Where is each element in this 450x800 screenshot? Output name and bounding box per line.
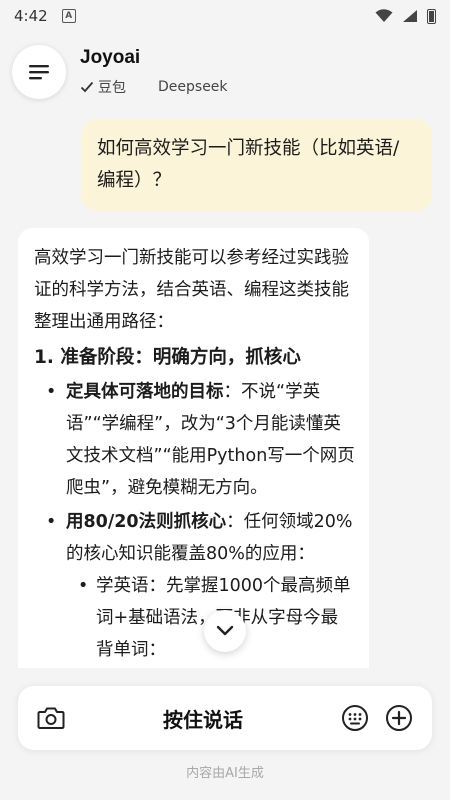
section-heading: 1. 准备阶段：明确方向，抓核心: [34, 347, 301, 368]
scroll-to-bottom-button[interactable]: [204, 610, 246, 652]
header-info: Joyoai 豆包 Deepseek: [80, 47, 228, 97]
user-message-bubble: 如何高效学习一门新技能（比如英语/编程）？: [81, 119, 432, 211]
keyboard-icon: [342, 705, 368, 731]
status-bar: 4:42 A: [0, 0, 450, 32]
input-bar: 按住说话: [18, 686, 432, 750]
model-option-label: 豆包: [98, 80, 126, 96]
battery-icon: [427, 8, 436, 24]
app-title: Joyoai: [80, 47, 141, 68]
hold-to-talk-button[interactable]: 按住说话: [68, 704, 338, 733]
add-button[interactable]: [382, 701, 416, 735]
ai-disclaimer: 内容由AI生成: [186, 766, 264, 781]
camera-button[interactable]: [34, 701, 68, 735]
check-icon: [80, 81, 94, 93]
chat-header: Joyoai 豆包 Deepseek: [12, 42, 438, 102]
cellular-signal-icon: [403, 10, 417, 22]
wifi-icon: [375, 9, 393, 22]
model-selector: 豆包 Deepseek: [80, 77, 228, 97]
bullet-bold-text: 定具体可落地的目标: [66, 382, 224, 402]
menu-button[interactable]: [12, 45, 66, 99]
sub-list-item: 学英语：先掌握1000个最高频单词+基础语法，而非从字母今最背单词：: [34, 570, 355, 666]
status-indicators: [375, 8, 436, 24]
list-item: 定具体可落地的目标：不说“学英语”“学编程”，改为“3个月能读懂英文技术文档”“…: [34, 376, 355, 504]
input-actions: [338, 701, 416, 735]
plus-circle-icon: [386, 705, 412, 731]
status-time: 4:42: [14, 7, 48, 25]
chevron-down-icon: [216, 625, 234, 636]
notification-icon: A: [61, 9, 76, 23]
ai-response-card: 高效学习一门新技能可以参考经过实践验证的科学方法，结合英语、编程这类技能整理出通…: [18, 228, 369, 668]
camera-icon: [37, 707, 65, 729]
menu-icon: [29, 65, 49, 80]
model-option-label: Deepseek: [158, 79, 228, 95]
bullet-bold-text: 用80/20法则抓核心: [66, 512, 227, 532]
keyboard-button[interactable]: [338, 701, 372, 735]
list-item: 用80/20法则抓核心：任何领域20%的核心知识能覆盖80%的应用：: [34, 506, 355, 570]
model-option-doubao[interactable]: 豆包: [80, 77, 126, 97]
ai-intro-text: 高效学习一门新技能可以参考经过实践验证的科学方法，结合英语、编程这类技能整理出通…: [34, 248, 349, 332]
app-screen: 4:42 A Joyoai 豆包 Deepseek 如何高效学习一门新技能（比如…: [0, 0, 450, 800]
model-option-deepseek[interactable]: Deepseek: [158, 79, 228, 95]
